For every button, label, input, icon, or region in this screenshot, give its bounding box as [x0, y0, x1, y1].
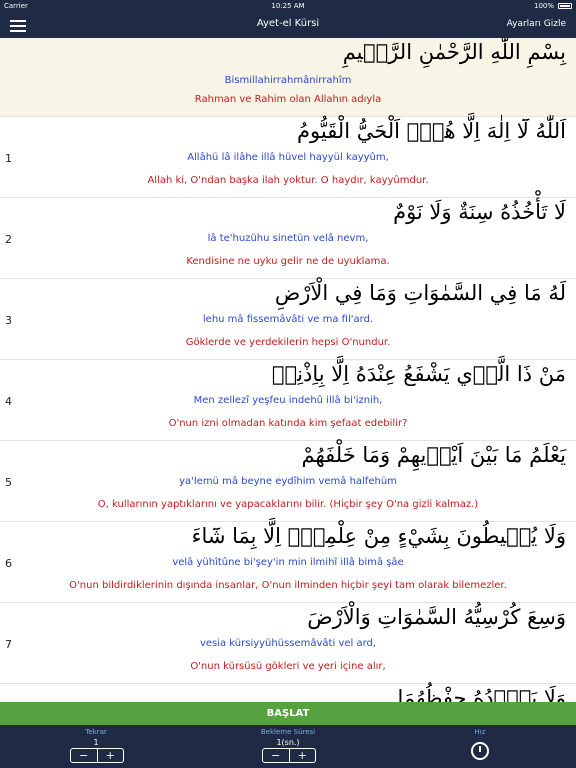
verse-meaning: O, kullarının yaptıklarını ve yapacaklar… [97, 499, 479, 510]
wait-value: 1(sn.) [276, 738, 300, 747]
verse-meaning: Rahman ve Rahim olan Allahın adıyla [194, 94, 382, 105]
verse-meaning: Kendisine ne uyku gelir ne de uyuklama. [186, 256, 390, 267]
battery-icon [558, 3, 572, 9]
verse-row-4[interactable]: 4 مَنْ ذَا الَّذ۪ي يَشْفَعُ عِنْدَهُ اِل… [0, 360, 576, 441]
verse-meaning: Allah ki, O'ndan başka ilah yoktur. O ha… [147, 175, 429, 186]
verse-arabic: لَهُ مَا فِي السَّمٰوَاتِ وَمَا فِي الْا… [274, 281, 566, 305]
verse-row-basmala[interactable]: بِسْمِ اللّٰهِ الرَّحْمٰنِ الرَّح۪يمِ Bi… [0, 38, 576, 117]
verse-arabic: يَعْلَمُ مَا بَيْنَ اَيْد۪يهِمْ وَمَا خَ… [301, 443, 566, 467]
battery-percent: 100% [533, 2, 554, 10]
verse-transliteration: ya'lemü mâ beyne eydîhim vemâ halfehüm [179, 476, 397, 487]
verse-transliteration: Allâhü lâ ilâhe illâ hüvel hayyül kayyûm… [187, 152, 389, 163]
verse-row-6[interactable]: 6 وَلَا يُح۪يطُونَ بِشَيْءٍ مِنْ عِلْمِه… [0, 522, 576, 603]
status-time: 10:25 AM [271, 2, 305, 10]
verse-row-3[interactable]: 3 لَهُ مَا فِي السَّمٰوَاتِ وَمَا فِي ال… [0, 279, 576, 360]
verse-arabic: بِسْمِ اللّٰهِ الرَّحْمٰنِ الرَّح۪يمِ [342, 40, 566, 64]
navigation-bar: Ayet-el Kürsi Ayarları Gizle [0, 12, 576, 38]
verse-meaning: Göklerde ve yerdekilerin hepsi O'nundur. [185, 337, 391, 348]
verse-transliteration: lâ te'huzühu sinetün velâ nevm, [207, 233, 369, 244]
start-button[interactable]: BAŞLAT [0, 702, 576, 725]
verse-transliteration: Men zellezî yeşfeu indehû illâ bi'iznih, [193, 395, 383, 406]
verse-transliteration: lehu mâ fissemâvâti ve ma fil'ard. [202, 314, 374, 325]
wait-decrement-button[interactable]: − [263, 749, 290, 762]
speed-label: Hız [474, 728, 486, 736]
repeat-stepper[interactable]: − + [70, 748, 124, 763]
verse-arabic: وَلَا يَؤُ۫دُهُ حِفْظُهُمَا [397, 686, 566, 702]
verse-arabic: اَللّٰهُ لَٓا اِلٰهَ اِلَّا هُوَۚ اَلْحَ… [297, 119, 566, 143]
verse-list[interactable]: بِسْمِ اللّٰهِ الرَّحْمٰنِ الرَّح۪يمِ Bi… [0, 38, 576, 702]
verse-transliteration: Bismillahirrahmânirrahîm [224, 75, 352, 86]
wait-stepper[interactable]: − + [262, 748, 316, 763]
wait-label: Bekleme Süresi [260, 728, 316, 736]
verse-row-2[interactable]: 2 لَا تَأْخُذُهُ سِنَةٌ وَلَا نَوْمٌ lâ … [0, 198, 576, 279]
verse-transliteration: vesia kürsiyyühüssemâvâti vel ard, [199, 638, 377, 649]
verse-row-7[interactable]: 7 وَسِعَ كُرْسِيُّهُ السَّمٰوَاتِ وَالْا… [0, 603, 576, 684]
verse-row-1[interactable]: 1 اَللّٰهُ لَٓا اِلٰهَ اِلَّا هُوَۚ اَلْ… [0, 117, 576, 198]
speedometer-icon[interactable] [471, 742, 489, 760]
verse-meaning: O'nun izni olmadan katında kim şefaat ed… [168, 418, 408, 429]
repeat-decrement-button[interactable]: − [71, 749, 98, 762]
page-title: Ayet-el Kürsi [256, 18, 320, 29]
status-bar: Carrier 10:25 AM 100% [0, 0, 576, 12]
verse-arabic: وَلَا يُح۪يطُونَ بِشَيْءٍ مِنْ عِلْمِه۪ٓ… [191, 524, 566, 548]
verse-transliteration: velâ yühîtûne bi'şey'in min ilmihî illâ … [172, 557, 404, 568]
verse-meaning: O'nun bildirdiklerinin dışında insanlar,… [69, 580, 507, 591]
repeat-value: 1 [93, 738, 99, 747]
repeat-increment-button[interactable]: + [98, 749, 124, 762]
hide-settings-button[interactable]: Ayarları Gizle [507, 19, 566, 29]
verse-row-5[interactable]: 5 يَعْلَمُ مَا بَيْنَ اَيْد۪يهِمْ وَمَا … [0, 441, 576, 522]
verse-row-8[interactable]: وَلَا يَؤُ۫دُهُ حِفْظُهُمَا [0, 684, 576, 702]
verse-meaning: O'nun kürsüsü gökleri ve yeri içine alır… [190, 661, 386, 672]
repeat-label: Tekrar [85, 728, 107, 736]
settings-panel: Tekrar 1 − + Bekleme Süresi 1(sn.) − + H… [0, 725, 576, 768]
wait-increment-button[interactable]: + [290, 749, 316, 762]
menu-icon[interactable] [10, 17, 26, 33]
verse-arabic: وَسِعَ كُرْسِيُّهُ السَّمٰوَاتِ وَالْاَر… [307, 605, 566, 629]
verse-arabic: لَا تَأْخُذُهُ سِنَةٌ وَلَا نَوْمٌ [393, 200, 566, 224]
verse-arabic: مَنْ ذَا الَّذ۪ي يَشْفَعُ عِنْدَهُ اِلَّ… [271, 362, 566, 386]
